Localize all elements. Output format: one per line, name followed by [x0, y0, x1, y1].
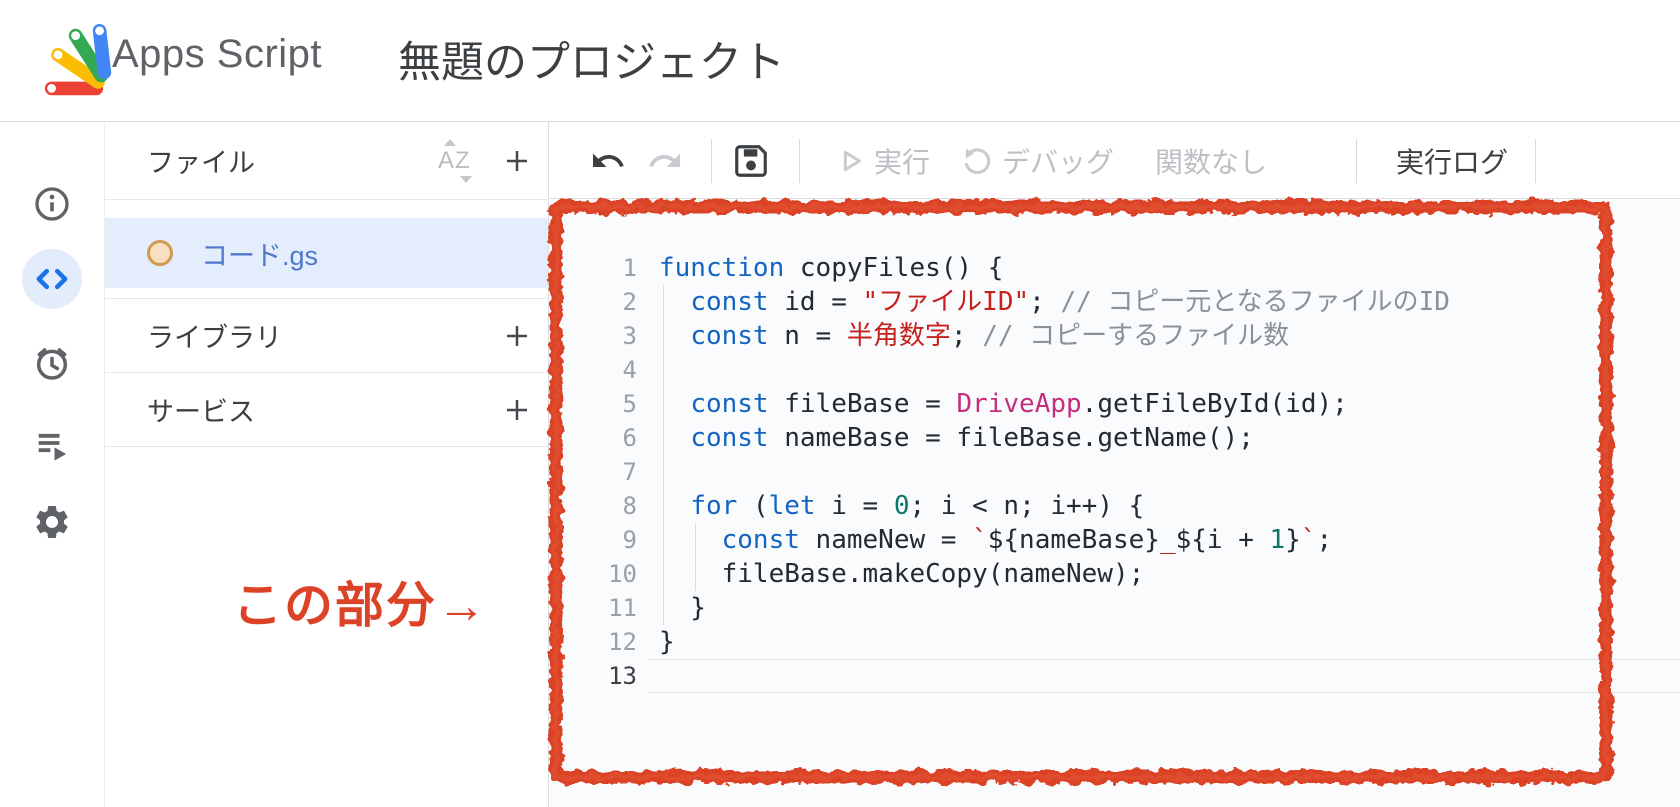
- save-icon: [732, 142, 770, 180]
- code-line[interactable]: 1 function copyFiles() {: [550, 251, 1680, 285]
- code-text: const nameBase = fileBase.getName();: [659, 421, 1254, 455]
- sort-az-icon[interactable]: AZ: [434, 139, 486, 183]
- app-header: Apps Script 無題のプロジェクト: [0, 0, 1680, 122]
- code-text: const n = 半角数字; // コピーするファイル数: [659, 319, 1289, 353]
- line-number: 8: [550, 492, 637, 520]
- code-editor[interactable]: 1function copyFiles() {2 const id = "ファイ…: [550, 199, 1680, 807]
- info-icon: [32, 184, 72, 224]
- code-text: }: [659, 591, 706, 625]
- line-number: 6: [550, 424, 637, 452]
- toolbar-separator: [1535, 139, 1536, 183]
- code-text: const fileBase = DriveApp.getFileById(id…: [659, 387, 1348, 421]
- code-line[interactable]: 13: [550, 659, 1680, 693]
- run-button[interactable]: 実行: [834, 122, 930, 199]
- editor-pane: 実行 デバッグ 関数なし 実行ログ 1 function copyFiles() …: [550, 122, 1680, 807]
- libraries-section: ライブラリ: [105, 298, 548, 373]
- code-text: for (let i = 0; i < n; i++) {: [659, 489, 1144, 523]
- code-line[interactable]: 12}: [550, 625, 1680, 659]
- redo-icon: [647, 143, 683, 179]
- libraries-label: ライブラリ: [147, 316, 500, 355]
- function-selector[interactable]: 関数なし: [1155, 122, 1267, 199]
- execution-log-button[interactable]: 実行ログ: [1396, 122, 1508, 199]
- line-number: 3: [550, 322, 637, 350]
- toolbar-separator: [799, 139, 800, 183]
- code-text: const nameNew = `${nameBase}_${i + 1}`;: [659, 523, 1332, 557]
- line-number: 9: [550, 526, 637, 554]
- apps-script-window: Apps Script 無題のプロジェクト: [0, 0, 1680, 807]
- toolbar-separator: [1356, 139, 1357, 183]
- code-line[interactable]: 3 const n = 半角数字; // コピーするファイル数: [550, 319, 1680, 353]
- red-annotation-text: この部分→: [233, 566, 488, 637]
- line-number: 2: [550, 288, 637, 316]
- undo-icon: [590, 143, 626, 179]
- file-item-code-gs[interactable]: コード.gs: [105, 218, 548, 288]
- code-text: fileBase.makeCopy(nameNew);: [659, 557, 1144, 591]
- toolbar-separator: [711, 139, 712, 183]
- app-name: Apps Script: [112, 32, 322, 77]
- nav-editor[interactable]: [22, 249, 82, 309]
- line-number: 12: [550, 628, 637, 656]
- add-service-button[interactable]: [500, 393, 534, 427]
- add-library-button[interactable]: [500, 319, 534, 353]
- nav-executions[interactable]: [22, 415, 82, 475]
- files-panel-title: ファイル: [147, 141, 434, 180]
- files-panel-header: ファイル AZ: [105, 122, 548, 200]
- apps-script-logo: [34, 18, 114, 102]
- line-number: 7: [550, 458, 637, 486]
- code-line[interactable]: 10 fileBase.makeCopy(nameNew);: [550, 557, 1680, 591]
- code-line[interactable]: 4: [550, 353, 1680, 387]
- editor-toolbar: 実行 デバッグ 関数なし 実行ログ: [550, 122, 1680, 199]
- clock-icon: [32, 343, 72, 383]
- line-number: 1: [550, 254, 637, 282]
- code-line[interactable]: 7: [550, 455, 1680, 489]
- left-nav-rail: [0, 122, 105, 807]
- debug-button[interactable]: デバッグ: [960, 122, 1114, 199]
- code-line[interactable]: 6 const nameBase = fileBase.getName();: [550, 421, 1680, 455]
- undo-button[interactable]: [590, 122, 626, 199]
- code-text: const id = "ファイルID"; // コピー元となるファイルのID: [659, 285, 1450, 319]
- debug-label: デバッグ: [1002, 141, 1114, 181]
- nav-overview[interactable]: [22, 174, 82, 234]
- debug-icon: [960, 144, 994, 178]
- line-number: 5: [550, 390, 637, 418]
- line-number: 10: [550, 560, 637, 588]
- nav-triggers[interactable]: [22, 333, 82, 393]
- line-number: 11: [550, 594, 637, 622]
- code-line[interactable]: 5 const fileBase = DriveApp.getFileById(…: [550, 387, 1680, 421]
- code-line[interactable]: 9 const nameNew = `${nameBase}_${i + 1}`…: [550, 523, 1680, 557]
- line-number: 4: [550, 356, 637, 384]
- redo-button[interactable]: [647, 122, 683, 199]
- code-line[interactable]: 2 const id = "ファイルID"; // コピー元となるファイルのID: [550, 285, 1680, 319]
- executions-icon: [32, 425, 72, 465]
- services-label: サービス: [147, 390, 500, 429]
- files-panel: ファイル AZ コード.gs ライブラリ: [105, 122, 549, 807]
- plus-icon: [502, 395, 532, 425]
- play-icon: [834, 145, 866, 177]
- file-name: コード.gs: [201, 234, 318, 273]
- run-label: 実行: [874, 141, 930, 181]
- code-lines: 1function copyFiles() {2 const id = "ファイ…: [550, 199, 1680, 693]
- code-text: }: [659, 625, 675, 659]
- services-section: サービス: [105, 373, 548, 447]
- plus-icon: [502, 321, 532, 351]
- unsaved-indicator-icon: [147, 240, 173, 266]
- code-text: function copyFiles() {: [659, 251, 1003, 285]
- plus-icon: [502, 146, 532, 176]
- code-line[interactable]: 11 }: [550, 591, 1680, 625]
- nav-settings[interactable]: [22, 492, 82, 552]
- code-icon: [31, 258, 73, 300]
- code-line[interactable]: 8 for (let i = 0; i < n; i++) {: [550, 489, 1680, 523]
- project-title[interactable]: 無題のプロジェクト: [398, 28, 785, 90]
- add-file-button[interactable]: [500, 144, 534, 178]
- line-number: 13: [550, 662, 637, 690]
- save-button[interactable]: [732, 122, 770, 199]
- gear-icon: [32, 502, 72, 542]
